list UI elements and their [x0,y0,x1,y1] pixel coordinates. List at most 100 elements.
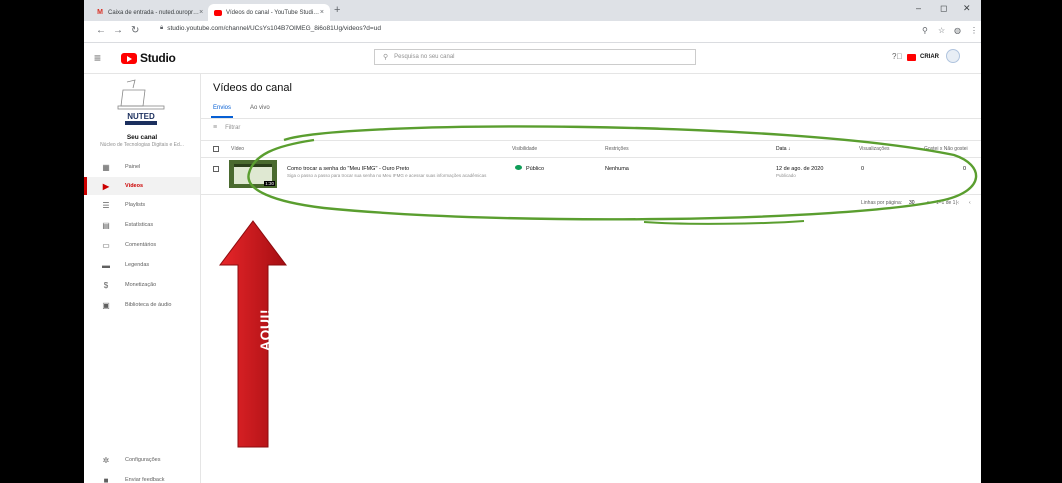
tab-divider [201,118,981,119]
video-restrictions: Nenhuma [605,166,629,172]
col-video: Vídeo [231,146,245,152]
channel-subtitle: Núcleo de Tecnologias Digitais e Ed... [100,142,184,148]
close-window-button[interactable]: ✕ [963,3,971,14]
thumbnail-bar [234,164,272,167]
col-date[interactable]: Data ↓ [776,146,790,152]
arrow-up-icon [219,220,287,448]
tab-youtube-studio[interactable]: Vídeos do canal - YouTube Studi… × [208,4,330,21]
youtube-play-icon [121,52,137,64]
bookmark-star-icon[interactable]: ☆ [938,26,945,35]
row-checkbox[interactable] [213,166,219,172]
analytics-icon: ▤ [102,220,110,230]
search-icon: ⚲ [383,54,389,61]
select-all-checkbox[interactable] [213,146,219,152]
filter-input[interactable]: ≡ Filtrar [213,124,240,131]
tab-ao-vivo[interactable]: Ao vivo [250,105,270,111]
video-date-status: Publicado [776,173,796,178]
video-visibility[interactable]: Público [526,166,544,172]
new-tab-button[interactable]: + [334,4,340,16]
table-row[interactable]: 1:30 Como trocar a senha do "Meu IFMG" -… [201,157,981,195]
audio-library-icon: ▣ [102,300,110,310]
sidebar-item-legendas[interactable]: ▬ Legendas [84,256,200,274]
studio-header: ≡ Studio ⚲ Pesquisa no seu canal ?⃝ CRIA… [84,43,981,74]
sidebar-item-label: Playlists [125,202,146,208]
address-bar: ← → ↻ 🔒︎ studio.youtube.com/channel/UCsY… [84,21,981,43]
video-title[interactable]: Como trocar a senha do "Meu IFMG" - Ouro… [287,166,409,172]
video-comments: 0 [963,166,967,172]
browser-window: M Caixa de entrada - nuted.ouropr… × Víd… [84,0,981,483]
col-likes[interactable]: Gostei x Não gostei [924,146,968,152]
col-views[interactable]: Visualizações [859,146,889,152]
sidebar-item-label: Comentários [125,242,157,248]
sidebar-item-biblioteca-audio[interactable]: ▣ Biblioteca de áudio [84,296,200,314]
sidebar: NUTED Seu canal Núcleo de Tecnologias Di… [84,74,201,483]
dollar-icon: $ [103,280,109,290]
sidebar-item-playlists[interactable]: ☰ Playlists [84,196,200,214]
dashboard-icon: ▦ [102,162,110,172]
chevron-down-icon[interactable]: ▾ [927,200,930,206]
create-button[interactable]: CRIAR [907,50,939,64]
forward-icon[interactable]: → [113,25,123,36]
minimize-button[interactable]: – [916,3,921,13]
close-tab-icon[interactable]: × [199,9,203,16]
pagination: Linhas por página: 30 ▾ 1–1 de 1 |‹ ‹ [201,197,981,211]
sidebar-item-painel[interactable]: ▦ Painel [84,158,200,176]
tab-envios[interactable]: Envios [210,105,234,118]
tab-strip: M Caixa de entrada - nuted.ouropr… × Víd… [84,0,981,21]
studio-logo[interactable]: Studio [121,51,176,65]
sidebar-item-label: Configurações [125,457,161,463]
comments-icon: ▭ [102,240,110,250]
gear-icon: ✲ [102,455,110,465]
filter-placeholder: Filtrar [225,124,241,131]
sidebar-item-videos[interactable]: ▶ Vídeos [84,177,200,195]
video-description: Siga o passo a passo para trocar sua sen… [287,173,487,178]
close-tab-icon[interactable]: × [320,9,324,16]
lock-icon: 🔒︎ [160,25,164,31]
menu-dots-icon[interactable]: ⋮ [970,26,978,35]
col-restrictions[interactable]: Restrições [605,146,629,152]
sidebar-item-comentarios[interactable]: ▭ Comentários [84,236,200,254]
gmail-icon: M [97,9,103,16]
create-label: CRIAR [920,54,939,60]
first-page-icon[interactable]: |‹ [956,200,959,206]
profile-icon[interactable]: ◍ [954,26,961,35]
playlist-icon: ☰ [102,200,110,210]
eye-icon [515,165,522,170]
sidebar-item-label: Enviar feedback [125,477,165,483]
page-title: Vídeos do canal [213,82,292,94]
sidebar-item-configuracoes[interactable]: ✲ Configurações [84,451,200,469]
back-icon[interactable]: ← [96,25,106,36]
filter-icon: ≡ [213,124,218,131]
sidebar-item-estatisticas[interactable]: ▤ Estatísticas [84,216,200,234]
video-views: 0 [861,166,865,172]
logo-text: Studio [140,51,176,65]
main-content: Vídeos do canal Envios Ao vivo ≡ Filtrar… [201,74,981,483]
avatar[interactable] [946,49,960,63]
search-placeholder: Pesquisa no seu canal [394,54,455,60]
zoom-icon[interactable]: ⚲ [922,26,928,35]
sidebar-item-label: Biblioteca de áudio [125,302,172,308]
hamburger-menu-icon[interactable]: ≡ [94,51,101,65]
search-input[interactable]: ⚲ Pesquisa no seu canal [374,49,696,65]
sidebar-item-label: Vídeos [125,183,144,189]
rows-per-page-select[interactable]: 30 [909,200,915,206]
channel-logo-text: NUTED [127,112,155,121]
sidebar-item-monetizacao[interactable]: $ Monetização [84,276,200,294]
sidebar-item-feedback[interactable]: ■ Enviar feedback [84,471,200,483]
help-icon[interactable]: ?⃝ [892,52,902,61]
prev-page-icon[interactable]: ‹ [969,200,971,206]
rows-per-page-label: Linhas por página: [861,200,903,206]
maximize-button[interactable]: ◻ [940,3,947,14]
url-field[interactable]: 🔒︎ studio.youtube.com/channel/UCsYs104B7… [160,25,381,32]
tab-title: Caixa de entrada - nuted.ouropr… [108,9,200,16]
tab-gmail[interactable]: M Caixa de entrada - nuted.ouropr… × [90,4,208,21]
camera-icon [907,53,916,61]
subtitles-icon: ▬ [102,260,110,270]
feedback-icon: ■ [103,475,109,483]
video-thumbnail[interactable]: 1:30 [229,160,277,188]
channel-name: Seu canal [126,134,158,141]
reload-icon[interactable]: ↻ [131,25,139,36]
pagination-range: 1–1 de 1 [936,200,956,206]
channel-logo[interactable]: NUTED [113,78,169,128]
col-visibility[interactable]: Visibilidade [512,146,537,152]
